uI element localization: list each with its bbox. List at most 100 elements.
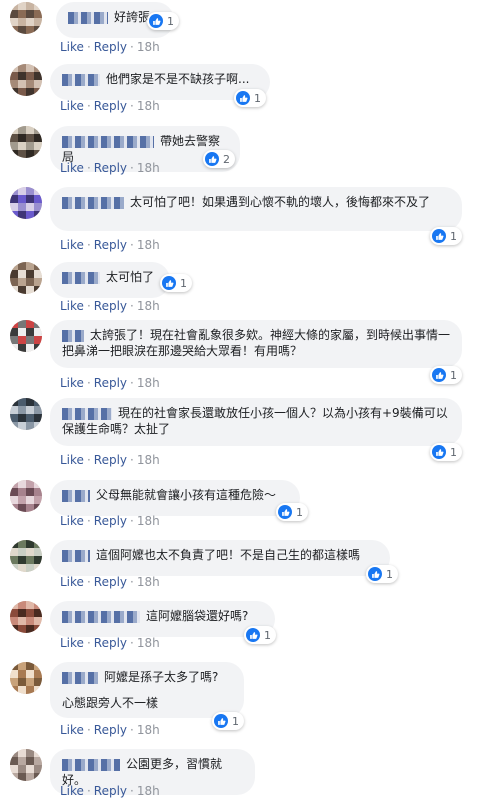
timestamp[interactable]: 18h [137, 238, 160, 252]
like-link[interactable]: Like [60, 238, 84, 252]
avatar[interactable] [10, 126, 42, 158]
avatar[interactable] [10, 398, 42, 430]
reaction-count[interactable]: 1 [160, 274, 192, 292]
commenter-name-redacted[interactable] [68, 11, 108, 24]
avatar[interactable] [10, 187, 42, 219]
avatar-pixel [26, 134, 34, 142]
avatar-pixel [18, 80, 26, 88]
like-link[interactable]: Like [60, 40, 84, 54]
avatar-pixel [10, 749, 18, 757]
like-link[interactable]: Like [60, 453, 84, 467]
separator-dot: · [130, 238, 134, 252]
avatar-pixel [10, 414, 18, 422]
timestamp[interactable]: 18h [137, 514, 160, 528]
avatar-pixel [34, 686, 42, 694]
thumbs-up-icon [162, 276, 176, 290]
timestamp[interactable]: 18h [137, 453, 160, 467]
reaction-count[interactable]: 1 [430, 443, 462, 461]
separator-dot: · [86, 636, 91, 650]
avatar[interactable] [10, 2, 42, 34]
commenter-name-redacted[interactable] [62, 758, 120, 771]
reaction-count[interactable]: 1 [234, 89, 266, 107]
reaction-count[interactable]: 1 [276, 503, 308, 521]
commenter-name-redacted[interactable] [62, 489, 90, 502]
commenter-name-redacted[interactable] [62, 329, 84, 342]
commenter-name-redacted[interactable] [62, 73, 100, 86]
comment-text: 太可怕了 [106, 270, 155, 284]
commenter-name-redacted[interactable] [62, 549, 90, 562]
commenter-name-redacted[interactable] [62, 407, 112, 420]
avatar-pixel [18, 195, 26, 203]
avatar[interactable] [10, 480, 42, 512]
avatar-pixel [10, 757, 18, 765]
separator-dot: · [86, 376, 91, 390]
avatar[interactable] [10, 601, 42, 633]
reply-link[interactable]: Reply [94, 575, 127, 589]
thumbs-up-icon [205, 152, 219, 166]
reply-link[interactable]: Reply [94, 636, 127, 650]
comment-actions: Like · Reply · 18h [60, 99, 160, 113]
like-link[interactable]: Like [60, 514, 84, 528]
reply-link[interactable]: Reply [94, 299, 127, 313]
timestamp[interactable]: 18h [137, 40, 160, 54]
reaction-count[interactable]: 1 [147, 12, 179, 30]
reaction-count[interactable]: 1 [430, 227, 462, 245]
avatar[interactable] [10, 749, 42, 781]
like-link[interactable]: Like [60, 636, 84, 650]
avatar-pixel [26, 556, 34, 564]
comment-text: 這個阿嬤也太不負責了吧！不是自己生的都這樣嗎 [96, 548, 361, 562]
reply-link[interactable]: Reply [94, 161, 127, 175]
commenter-name-redacted[interactable] [62, 271, 100, 284]
avatar-pixel [18, 773, 26, 781]
avatar-pixel [26, 414, 34, 422]
avatar[interactable] [10, 64, 42, 96]
avatar[interactable] [10, 320, 42, 352]
reply-link[interactable]: Reply [94, 376, 127, 390]
avatar-pixel [10, 328, 18, 336]
timestamp[interactable]: 18h [137, 723, 160, 737]
timestamp[interactable]: 18h [137, 161, 160, 175]
timestamp[interactable]: 18h [137, 636, 160, 650]
commenter-name-redacted[interactable] [62, 196, 124, 209]
timestamp[interactable]: 18h [137, 575, 160, 589]
like-link[interactable]: Like [60, 99, 84, 113]
like-link[interactable]: Like [60, 299, 84, 313]
like-link[interactable]: Like [60, 575, 84, 589]
like-link[interactable]: Like [60, 161, 84, 175]
avatar-pixel [26, 211, 34, 219]
reaction-count[interactable]: 1 [366, 565, 398, 583]
timestamp[interactable]: 18h [137, 376, 160, 390]
like-link[interactable]: Like [60, 376, 84, 390]
commenter-name-redacted[interactable] [62, 610, 140, 623]
avatar-pixel [34, 617, 42, 625]
avatar-pixel [10, 2, 18, 10]
reply-link[interactable]: Reply [94, 238, 127, 252]
avatar[interactable] [10, 262, 42, 294]
avatar-pixel [26, 26, 34, 34]
reaction-number: 1 [254, 91, 261, 105]
reaction-count[interactable]: 2 [203, 150, 235, 168]
reaction-number: 1 [450, 445, 457, 459]
avatar-pixel [34, 765, 42, 773]
avatar-pixel [10, 670, 18, 678]
timestamp[interactable]: 18h [137, 99, 160, 113]
avatar-pixel [10, 262, 18, 270]
timestamp[interactable]: 18h [137, 299, 160, 313]
reply-link[interactable]: Reply [94, 453, 127, 467]
avatar-pixel [10, 556, 18, 564]
reply-link[interactable]: Reply [94, 723, 127, 737]
reaction-count[interactable]: 1 [212, 712, 244, 730]
commenter-name-redacted[interactable] [62, 671, 98, 684]
reply-link[interactable]: Reply [94, 514, 127, 528]
avatar[interactable] [10, 540, 42, 572]
commenter-name-redacted[interactable] [62, 135, 154, 148]
comment-text-line-2: 心態跟旁人不一樣 [62, 696, 159, 710]
avatar-pixel [34, 10, 42, 18]
avatar[interactable] [10, 662, 42, 694]
reply-link[interactable]: Reply [94, 40, 127, 54]
reply-link[interactable]: Reply [94, 99, 127, 113]
like-link[interactable]: Like [60, 723, 84, 737]
reaction-count[interactable]: 1 [430, 366, 462, 384]
reaction-count[interactable]: 1 [244, 626, 276, 644]
avatar-pixel [18, 414, 26, 422]
